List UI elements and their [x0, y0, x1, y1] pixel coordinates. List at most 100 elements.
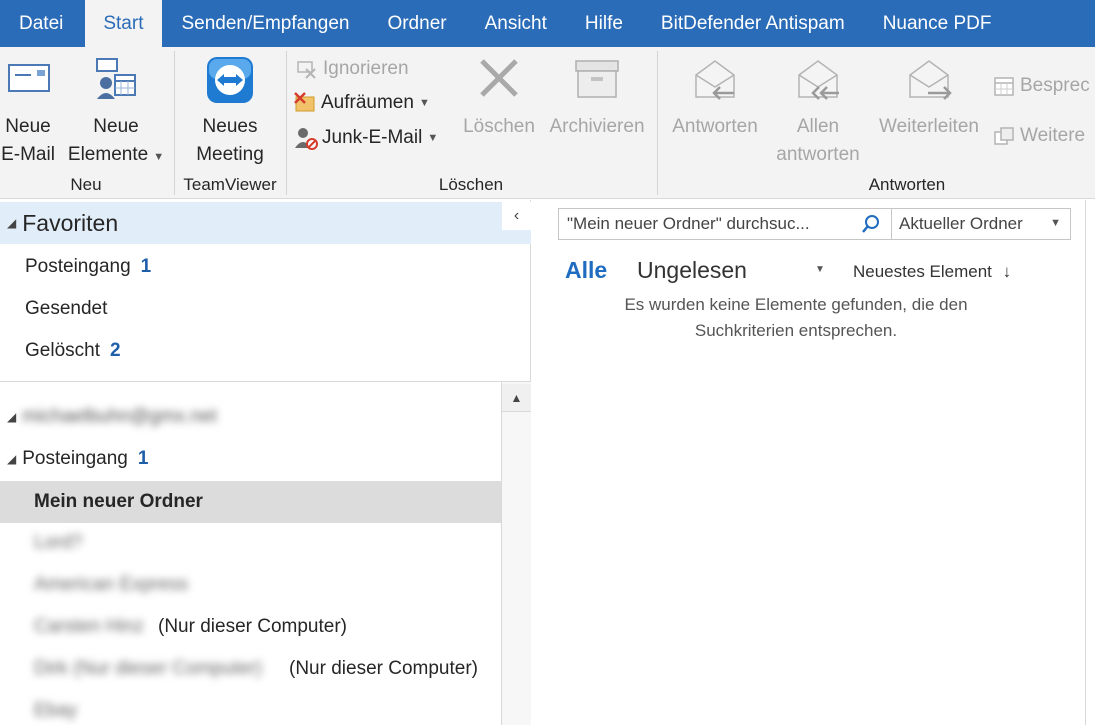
filter-unread-tab[interactable]: Ungelesen [637, 257, 747, 284]
junk-email-button[interactable]: Junk-E-Mail ▼ [294, 124, 438, 152]
chevron-down-icon: ▼ [418, 97, 430, 109]
folder-label: Gesendet [25, 298, 108, 319]
pane-border [1085, 200, 1086, 725]
tab-datei[interactable]: Datei [0, 0, 85, 47]
subfolder-item[interactable]: American Express [34, 574, 188, 596]
folder-label: Carsten Hinz [34, 616, 144, 637]
chevron-down-icon: ▼ [153, 151, 165, 163]
search-icon[interactable] [861, 214, 881, 234]
junk-label: Junk-E-Mail [322, 127, 423, 148]
tab-start[interactable]: Start [85, 0, 163, 47]
folder-suffix: (Nur dieser Computer) [158, 616, 347, 637]
favorite-item-deleted[interactable]: Gelöscht 2 [25, 340, 121, 362]
tab-ansicht[interactable]: Ansicht [466, 0, 566, 47]
folder-suffix: (Nur dieser Computer) [289, 658, 478, 679]
folder-selected[interactable]: Mein neuer Ordner [0, 481, 501, 523]
empty-message-line: Suchkriterien entsprechen. [694, 321, 898, 340]
new-items-label-2: Elemente ▼ [67, 144, 165, 165]
new-email-label-2: E-Mail [1, 144, 55, 165]
chevron-down-icon: ▼ [427, 132, 439, 144]
subfolder-item[interactable]: Dirk (Nur dieser Computer) (Nur dieser Co… [34, 658, 478, 680]
favorite-item-sent[interactable]: Gesendet [25, 298, 107, 320]
sort-button[interactable]: Neuestes Element ↓ [853, 262, 1011, 282]
group-separator [286, 51, 287, 195]
chevron-down-icon[interactable]: ▼ [815, 264, 825, 275]
delete-x-icon [472, 53, 526, 107]
folder-label: American Express [34, 574, 189, 595]
meeting-reply-label: Besprec [1020, 75, 1090, 96]
reply-button[interactable]: Antworten [664, 53, 766, 141]
group-label-antworten: Antworten [868, 175, 946, 194]
teamviewer-icon [203, 53, 257, 107]
forward-button[interactable]: Weiterleiten [870, 53, 988, 141]
search-scope-dropdown[interactable]: Aktueller Ordner ▼ [892, 208, 1071, 240]
forward-label: Weiterleiten [879, 116, 979, 137]
new-items-button[interactable]: Neue Elemente ▼ [64, 53, 168, 171]
subfolder-item[interactable]: Ebay [34, 700, 77, 722]
meeting-reply-button[interactable]: Besprec [992, 72, 1090, 100]
folder-label: Dirk (Nur dieser Computer) [34, 658, 263, 679]
reply-icon [688, 53, 742, 107]
reply-all-label-1: Allen [796, 116, 840, 137]
expand-triangle-icon: ◢ [7, 410, 17, 424]
more-reply-button[interactable]: Weitere [992, 122, 1085, 150]
more-reply-label: Weitere [1020, 125, 1086, 146]
teamviewer-meeting-button[interactable]: Neues Meeting [180, 53, 280, 169]
meeting-label-2: Meeting [196, 144, 264, 165]
favorite-item-inbox[interactable]: Posteingang 1 [25, 256, 151, 278]
unread-count: 2 [109, 340, 121, 361]
subfolder-item[interactable]: Lord? [34, 532, 83, 554]
archive-label: Archivieren [549, 116, 645, 137]
ignore-label: Ignorieren [323, 58, 409, 79]
group-label-neu: Neu [70, 175, 102, 194]
favorites-header[interactable]: ◢ Favoriten [0, 202, 531, 244]
forward-icon [902, 53, 956, 107]
folder-label: Ebay [34, 700, 78, 721]
tab-nuance-pdf[interactable]: Nuance PDF [864, 0, 1011, 47]
expand-triangle-icon: ◢ [7, 216, 17, 230]
group-separator [174, 51, 175, 195]
favorites-title: Favoriten [22, 209, 119, 236]
expand-triangle-icon: ◢ [7, 452, 17, 466]
empty-state-message: Es wurden keine Elemente gefunden, die d… [576, 292, 1016, 344]
account-name: michaelbuhn@gmx.net [22, 406, 217, 427]
reply-all-label-2: antworten [776, 144, 860, 165]
reply-all-button[interactable]: Allen antworten [768, 53, 868, 169]
new-items-icon [89, 53, 143, 107]
ignore-icon [295, 57, 319, 81]
reply-all-icon [791, 53, 845, 107]
new-items-label-1: Neue [93, 116, 139, 137]
calendar-icon [992, 74, 1016, 98]
folder-inbox[interactable]: ◢ Posteingang 1 [7, 448, 148, 470]
cleanup-icon [293, 91, 317, 115]
tab-bitdefender[interactable]: BitDefender Antispam [642, 0, 864, 47]
cleanup-label: Aufräumen [321, 92, 414, 113]
tab-hilfe[interactable]: Hilfe [566, 0, 642, 47]
delete-button[interactable]: Löschen [459, 53, 539, 141]
tab-senden-empfangen[interactable]: Senden/Empfangen [162, 0, 368, 47]
search-placeholder: "Mein neuer Ordner" durchsuc... [567, 214, 810, 233]
more-respond-icon [992, 124, 1016, 148]
filter-all-tab[interactable]: Alle [565, 257, 607, 284]
folder-label: Gelöscht [25, 340, 100, 361]
folder-label: Posteingang [25, 256, 131, 277]
delete-label: Löschen [463, 116, 535, 137]
new-email-button[interactable]: Neue E-Mail [0, 53, 60, 169]
folder-label: Mein neuer Ordner [34, 491, 203, 512]
tab-ordner[interactable]: Ordner [368, 0, 465, 47]
ribbon-tab-bar: Datei Start Senden/Empfangen Ordner Ansi… [0, 0, 1095, 47]
chevron-left-icon: ‹ [513, 207, 520, 224]
arrow-down-icon: ↓ [1002, 262, 1012, 281]
message-list: "Mein neuer Ordner" durchsuc... Aktuelle… [536, 200, 1095, 725]
account-node[interactable]: ◢ michaelbuhn@gmx.net [7, 406, 217, 428]
ignore-button[interactable]: Ignorieren [295, 55, 409, 83]
folder-scrollbar[interactable]: ▲ [501, 382, 531, 725]
scroll-up-arrow-icon[interactable]: ▲ [502, 384, 531, 412]
archive-button[interactable]: Archivieren [544, 53, 650, 141]
collapse-pane-button[interactable]: ‹ [502, 202, 531, 230]
reply-label: Antworten [672, 116, 758, 137]
subfolder-item[interactable]: Carsten Hinz (Nur dieser Computer) [34, 616, 347, 638]
archive-icon [570, 53, 624, 107]
search-input[interactable]: "Mein neuer Ordner" durchsuc... [558, 208, 892, 240]
cleanup-button[interactable]: Aufräumen ▼ [293, 89, 430, 117]
